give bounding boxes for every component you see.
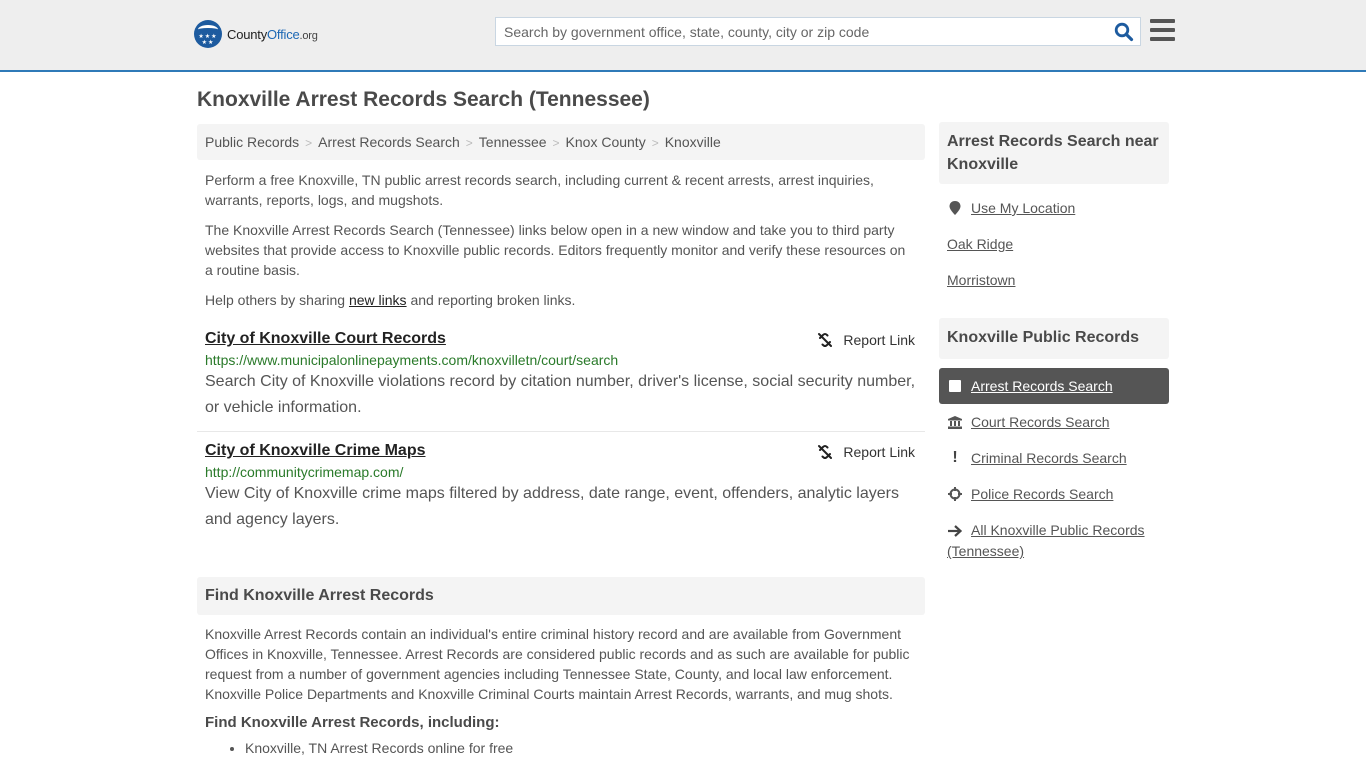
result-title-link[interactable]: City of Knoxville Crime Maps [205, 442, 426, 460]
result-title-link[interactable]: City of Knoxville Court Records [205, 330, 446, 348]
new-links-link[interactable]: new links [349, 292, 407, 308]
site-header: ★★★ ★★ CountyOffice.org [0, 0, 1366, 72]
nearby-place-morristown[interactable]: Morristown [939, 262, 1169, 298]
sidebar-item-police-records[interactable]: Police Records Search [939, 476, 1169, 512]
report-link-button[interactable]: Report Link [817, 444, 915, 460]
sidebar-item-court-records[interactable]: Court Records Search [939, 404, 1169, 440]
square-icon [947, 376, 963, 396]
result-item: City of Knoxville Crime Maps http://comm… [197, 442, 925, 533]
result-item: City of Knoxville Court Records https://… [197, 330, 925, 432]
intro-paragraph: Perform a free Knoxville, TN public arre… [205, 172, 874, 208]
breadcrumb-tennessee[interactable]: Tennessee [479, 134, 547, 150]
site-logo[interactable]: ★★★ ★★ CountyOffice.org [194, 20, 318, 48]
crosshair-icon [947, 484, 963, 504]
breadcrumb-arrest-records[interactable]: Arrest Records Search [318, 134, 460, 150]
intro-text: Perform a free Knoxville, TN public arre… [197, 170, 925, 310]
breadcrumb-separator: > [305, 136, 313, 150]
sidebar: Arrest Records Search near Knoxville Use… [939, 122, 1169, 569]
intro-paragraph: The Knoxville Arrest Records Search (Ten… [205, 222, 906, 278]
breadcrumb-current: Knoxville [664, 134, 721, 150]
result-description: Search City of Knoxville violations reco… [205, 373, 916, 416]
report-link-button[interactable]: Report Link [817, 332, 915, 348]
hamburger-menu-icon[interactable] [1150, 19, 1175, 42]
search-icon [1114, 22, 1134, 42]
courthouse-icon [947, 412, 963, 432]
find-records-list: Knoxville, TN Arrest Records online for … [197, 740, 925, 756]
breadcrumb: Public Records > Arrest Records Search > Ten… [197, 124, 925, 160]
search-box [495, 17, 1141, 46]
find-records-subheading: Find Knoxville Arrest Records, including… [205, 714, 500, 731]
nearby-heading: Arrest Records Search near Knoxville [939, 122, 1169, 184]
page-title: Knoxville Arrest Records Search (Tenness… [197, 88, 650, 111]
broken-link-icon [818, 333, 833, 347]
breadcrumb-knox-county[interactable]: Knox County [566, 134, 646, 150]
arrow-right-icon [947, 521, 963, 541]
share-links-paragraph: Help others by sharing new links and rep… [205, 292, 576, 308]
breadcrumb-public-records[interactable]: Public Records [205, 134, 299, 150]
nearby-place-oak-ridge[interactable]: Oak Ridge [939, 226, 1169, 262]
broken-link-icon [818, 445, 833, 459]
sidebar-item-criminal-records[interactable]: ! Criminal Records Search [939, 440, 1169, 476]
breadcrumb-separator: > [651, 136, 659, 150]
logo-wordmark: CountyOffice.org [227, 26, 318, 42]
use-my-location[interactable]: Use My Location [939, 190, 1169, 226]
breadcrumb-separator: > [465, 136, 473, 150]
find-records-body: Knoxville Arrest Records contain an indi… [205, 626, 910, 702]
breadcrumb-separator: > [552, 136, 560, 150]
sidebar-item-arrest-records[interactable]: Arrest Records Search [939, 368, 1169, 404]
list-item: Knoxville, TN Arrest Records online for … [245, 740, 925, 756]
sidebar-item-all-public-records[interactable]: All Knoxville Public Records (Tennessee) [939, 512, 1169, 569]
main-content: Public Records > Arrest Records Search > Ten… [197, 124, 925, 756]
result-url: http://communitycrimemap.com/ [205, 464, 404, 480]
eagle-logo-icon: ★★★ ★★ [194, 20, 222, 48]
public-records-heading: Knoxville Public Records [939, 318, 1169, 359]
exclamation-icon: ! [952, 449, 958, 466]
find-records-heading: Find Knoxville Arrest Records [197, 577, 925, 615]
result-description: View City of Knoxville crime maps filter… [205, 485, 899, 528]
map-pin-icon [947, 201, 963, 215]
result-url: https://www.municipalonlinepayments.com/… [205, 352, 619, 368]
search-input[interactable] [496, 18, 1096, 45]
search-button[interactable] [1114, 22, 1134, 42]
